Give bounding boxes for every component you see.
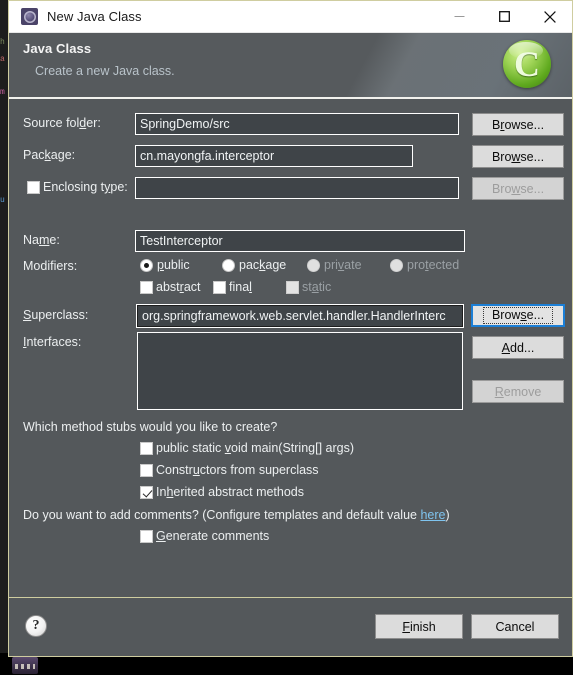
minimize-icon: [454, 16, 465, 17]
maximize-icon: [499, 11, 510, 22]
close-button[interactable]: [527, 1, 572, 32]
enclosing-type-checkbox[interactable]: [27, 181, 40, 194]
superclass-label: Superclass:: [23, 308, 89, 322]
modifier-radio-private: [307, 259, 320, 272]
background-code-text: m: [0, 88, 5, 97]
modifier-label-public: public: [157, 258, 190, 272]
package-browse-button[interactable]: Browse...: [472, 145, 564, 168]
close-icon: [543, 10, 556, 23]
package-input[interactable]: cn.mayongfa.interceptor: [135, 145, 413, 167]
finish-button[interactable]: Finish: [375, 614, 463, 639]
modifier-checkbox-abstract[interactable]: [140, 281, 153, 294]
package-label: Package:: [23, 148, 76, 162]
maximize-button[interactable]: [482, 1, 527, 32]
stub-checkbox-constructors[interactable]: [140, 464, 153, 477]
modifier-label-abstract: abstract: [156, 280, 201, 294]
source-folder-label: Source folder:: [23, 116, 101, 130]
dialog-titlebar[interactable]: New Java Class: [9, 1, 572, 33]
modifier-label-static: static: [302, 280, 332, 294]
java-class-banner-icon: C: [500, 37, 554, 91]
wizard-banner: Java Class Create a new Java class. C: [9, 33, 572, 99]
cancel-button[interactable]: Cancel: [471, 614, 559, 639]
background-code-text: a: [0, 55, 5, 64]
name-input[interactable]: TestInterceptor: [135, 230, 465, 252]
banner-subtitle: Create a new Java class.: [35, 64, 175, 78]
banner-title: Java Class: [23, 41, 92, 56]
modifier-label-protected: protected: [407, 258, 460, 272]
method-stubs-question: Which method stubs would you like to cre…: [23, 420, 278, 434]
modifiers-label: Modifiers:: [23, 259, 78, 273]
background-code-text: h: [0, 38, 5, 47]
modifier-label-package: package: [239, 258, 287, 272]
modifier-checkbox-static: [286, 281, 299, 294]
superclass-browse-button[interactable]: Browse...: [471, 304, 565, 327]
enclosing-type-browse-button: Browse...: [472, 177, 564, 200]
minimize-button[interactable]: [437, 1, 482, 32]
configure-templates-link[interactable]: here: [420, 508, 445, 522]
comments-question-prefix: Do you want to add comments? (Configure …: [23, 508, 421, 522]
comments-question-suffix: ): [445, 508, 450, 522]
modifier-radio-public[interactable]: [140, 259, 153, 272]
modifier-label-private: private: [324, 258, 362, 272]
enclosing-type-label: Enclosing type:: [43, 180, 128, 194]
modifier-label-final: final: [229, 280, 252, 294]
modifier-checkbox-final[interactable]: [213, 281, 226, 294]
generate-comments-label: Generate comments: [156, 529, 270, 543]
interfaces-remove-button: Remove: [472, 380, 564, 403]
stub-label-main-method: public static void main(String[] args): [156, 441, 354, 455]
window-controls: [437, 1, 572, 32]
modifier-radio-protected: [390, 259, 403, 272]
background-code-text: u: [0, 196, 5, 205]
interfaces-listbox[interactable]: [137, 332, 463, 410]
editor-left-gutter: [0, 0, 8, 655]
dialog-title: New Java Class: [47, 9, 142, 24]
interfaces-label: Interfaces:: [23, 335, 82, 349]
stub-checkbox-main-method[interactable]: [140, 442, 153, 455]
banner-logo-gloss: [509, 42, 543, 59]
comments-question: Do you want to add comments? (Configure …: [23, 508, 450, 522]
source-folder-input[interactable]: SpringDemo/src: [135, 113, 459, 135]
source-folder-browse-button[interactable]: Browse...: [472, 113, 564, 136]
dialog-footer: ? Finish Cancel: [9, 597, 572, 656]
name-label: Name:: [23, 233, 60, 247]
modifier-radio-package[interactable]: [222, 259, 235, 272]
interfaces-add-button[interactable]: Add...: [472, 336, 564, 359]
generate-comments-checkbox[interactable]: [140, 530, 153, 543]
taskbar-app-icon[interactable]: [12, 657, 38, 674]
dialog-body: Source folder: SpringDemo/src Browse... …: [9, 99, 572, 597]
stub-label-inherited-abstract: Inherited abstract methods: [156, 485, 305, 499]
help-icon[interactable]: ?: [25, 615, 47, 637]
superclass-input[interactable]: org.springframework.web.servlet.handler.…: [137, 305, 463, 327]
stub-label-constructors: Constructors from superclass: [156, 463, 319, 477]
java-class-wizard-icon: [21, 8, 38, 25]
enclosing-type-input[interactable]: [135, 177, 459, 199]
stub-checkbox-inherited-abstract[interactable]: [140, 486, 153, 499]
new-java-class-dialog: New Java Class Java Class Create a new J…: [8, 0, 573, 657]
